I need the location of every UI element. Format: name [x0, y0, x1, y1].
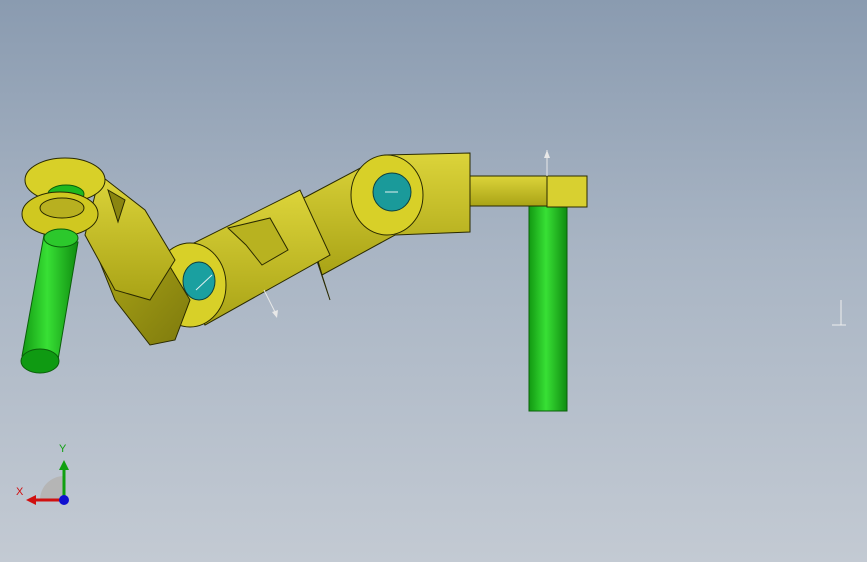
upper-link[interactable] [299, 152, 471, 301]
triad-icon [26, 460, 69, 505]
right-pin[interactable] [528, 199, 568, 412]
left-pin[interactable] [20, 228, 79, 374]
model-canvas[interactable] [0, 0, 867, 562]
triad-y-label: Y [59, 443, 67, 455]
reference-triad-icon [832, 300, 846, 326]
graphics-viewport[interactable]: Y X [0, 0, 867, 562]
right-arm[interactable] [464, 150, 588, 208]
triad-x-label: X [16, 486, 24, 498]
